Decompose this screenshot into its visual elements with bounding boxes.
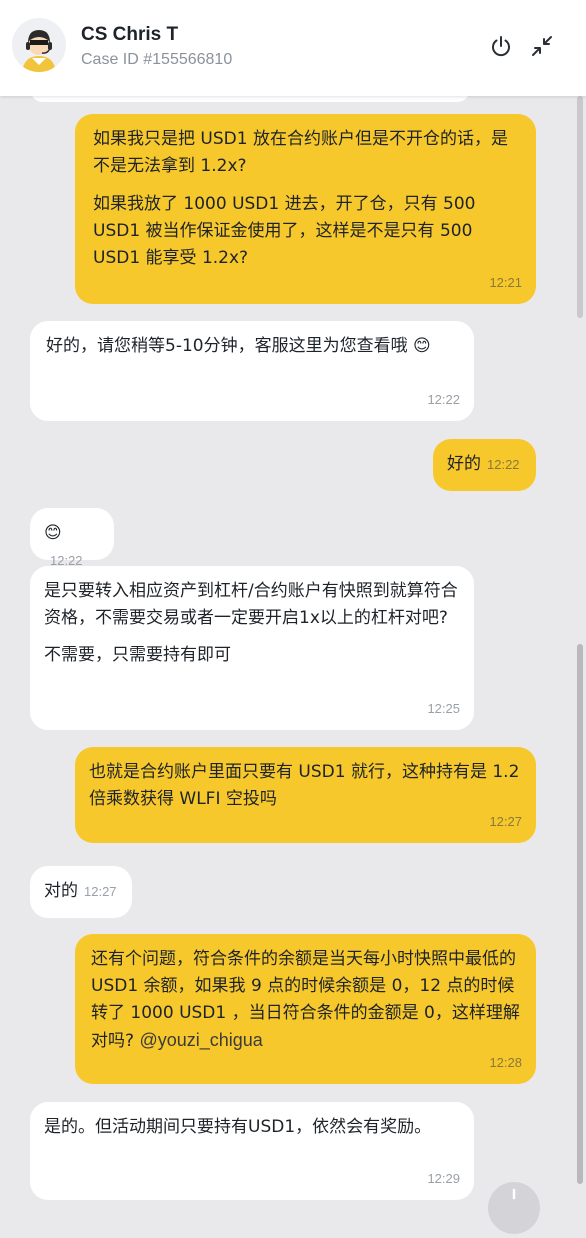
message-time: 12:27: [489, 814, 522, 829]
scrollbar-thumb[interactable]: [577, 644, 583, 1184]
chat-messages[interactable]: 如果我只是把 USD1 放在合约账户但是不开仓的话，是不是无法拿到 1.2x? …: [0, 76, 586, 1200]
chat-header: CS Chris T Case ID #155566810: [0, 0, 586, 96]
message-time: 12:21: [489, 275, 522, 290]
power-icon: [492, 36, 510, 57]
case-id: Case ID #155566810: [81, 51, 233, 68]
minimize-arrows-icon: [532, 36, 552, 56]
message-bubble-received: 对的 12:27: [30, 866, 132, 918]
message-bubble-sent: 好的 12:22: [433, 439, 536, 491]
message-time: 12:22: [427, 392, 460, 407]
message-bubble-sent: 也就是合约账户里面只要有 USD1 就行，这种持有是 1.2 倍乘数获得 WLF…: [75, 747, 536, 843]
message-bubble-received: 是的。但活动期间只要持有USD1，依然会有奖励。 12:29: [30, 1102, 474, 1200]
message-text: 对的: [44, 881, 78, 901]
message-text: 是只要转入相应资产到杠杆/合约账户有快照到就算符合资格，不需要交易或者一定要开启…: [44, 581, 458, 628]
message-text: 好的，请您稍等5-10分钟，客服这里为您查看哦 😊: [46, 336, 431, 356]
message-time: 12:28: [489, 1055, 522, 1070]
message-text: 如果我放了 1000 USD1 进去，开了仓，只有 500 USD1 被当作保证…: [93, 194, 476, 268]
message-time: 12:27: [84, 884, 117, 899]
watermark-handle: @youzi_chigua: [139, 1030, 263, 1050]
message-bubble-received: 好的，请您稍等5-10分钟，客服这里为您查看哦 😊 12:22: [30, 321, 474, 421]
message-text: 😊: [44, 523, 62, 543]
message-text: 是的。但活动期间只要持有USD1，依然会有奖励。: [44, 1117, 432, 1137]
support-agent-icon: [12, 18, 66, 72]
message-bubble-sent: 还有个问题，符合条件的余额是当天每小时快照中最低的 USD1 余额，如果我 9 …: [75, 934, 536, 1084]
minimize-button[interactable]: [528, 32, 556, 60]
message-text: 也就是合约账户里面只要有 USD1 就行，这种持有是 1.2 倍乘数获得 WLF…: [89, 762, 520, 809]
message-bubble-received: 是只要转入相应资产到杠杆/合约账户有快照到就算符合资格，不需要交易或者一定要开启…: [30, 566, 474, 730]
message-bubble-sent: 如果我只是把 USD1 放在合约账户但是不开仓的话，是不是无法拿到 1.2x? …: [75, 114, 536, 304]
agent-name: CS Chris T: [81, 24, 179, 45]
message-text: 好的: [447, 454, 481, 474]
scroll-to-bottom-button[interactable]: [488, 1182, 540, 1234]
message-text: 还有个问题，符合条件的余额是当天每小时快照中最低的 USD1 余额，如果我 9 …: [91, 946, 520, 1055]
message-text: 如果我只是把 USD1 放在合约账户但是不开仓的话，是不是无法拿到 1.2x?: [93, 129, 508, 176]
message-time: 12:25: [427, 701, 460, 716]
end-chat-button[interactable]: [487, 32, 515, 60]
agent-avatar: [12, 18, 66, 72]
scrollbar-track-upper[interactable]: [577, 96, 583, 318]
message-time: 12:22: [487, 457, 520, 472]
message-text: 不需要，只需要持有即可: [44, 645, 231, 665]
arrow-icon: [512, 1188, 516, 1200]
message-time: 12:29: [427, 1171, 460, 1186]
message-bubble-received: 😊12:22: [30, 508, 114, 568]
